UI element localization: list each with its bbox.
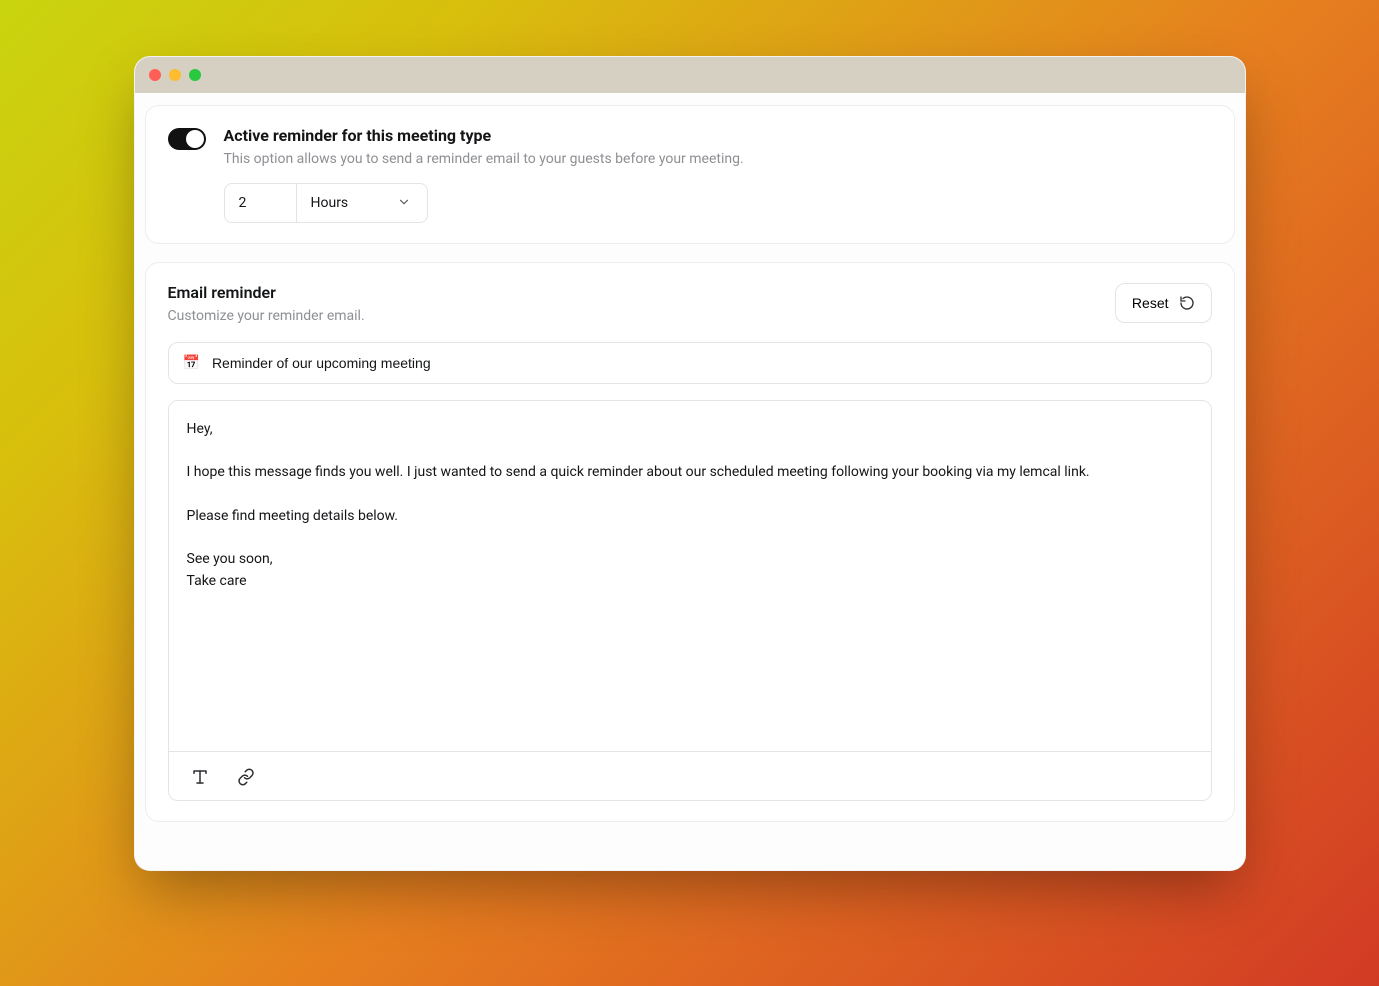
email-body-editor[interactable]: Hey, I hope this message finds you well.… — [169, 401, 1211, 751]
app-window: Active reminder for this meeting type Th… — [134, 56, 1246, 871]
titlebar — [135, 57, 1245, 93]
window-close-button[interactable] — [149, 69, 161, 81]
chevron-down-icon — [397, 195, 413, 211]
reminder-time-input[interactable]: 2 — [224, 183, 296, 223]
email-editor-container: Hey, I hope this message finds you well.… — [168, 400, 1212, 801]
email-section-title: Email reminder — [168, 283, 365, 302]
window-minimize-button[interactable] — [169, 69, 181, 81]
email-reminder-card: Email reminder Customize your reminder e… — [145, 262, 1235, 822]
email-subject-field[interactable]: 📅 — [168, 342, 1212, 384]
active-reminder-toggle[interactable] — [168, 128, 206, 150]
email-section-subtitle: Customize your reminder email. — [168, 308, 365, 324]
insert-link-button[interactable] — [233, 764, 257, 788]
editor-toolbar — [169, 751, 1211, 800]
text-format-button[interactable] — [187, 764, 211, 788]
calendar-icon: 📅 — [183, 355, 200, 371]
active-reminder-card: Active reminder for this meeting type Th… — [145, 105, 1235, 244]
active-reminder-title: Active reminder for this meeting type — [224, 126, 1212, 147]
reset-button[interactable]: Reset — [1115, 283, 1212, 323]
reminder-time-value: 2 — [239, 195, 247, 211]
text-icon — [191, 768, 207, 784]
window-zoom-button[interactable] — [189, 69, 201, 81]
reminder-unit-select[interactable]: Hours — [296, 183, 428, 223]
reset-button-label: Reset — [1132, 295, 1169, 311]
content-area: Active reminder for this meeting type Th… — [135, 93, 1245, 870]
undo-icon — [1179, 295, 1195, 311]
link-icon — [237, 768, 253, 784]
email-subject-input[interactable] — [210, 354, 1197, 372]
active-reminder-description: This option allows you to send a reminde… — [224, 151, 1212, 167]
reminder-unit-selected: Hours — [311, 195, 349, 211]
